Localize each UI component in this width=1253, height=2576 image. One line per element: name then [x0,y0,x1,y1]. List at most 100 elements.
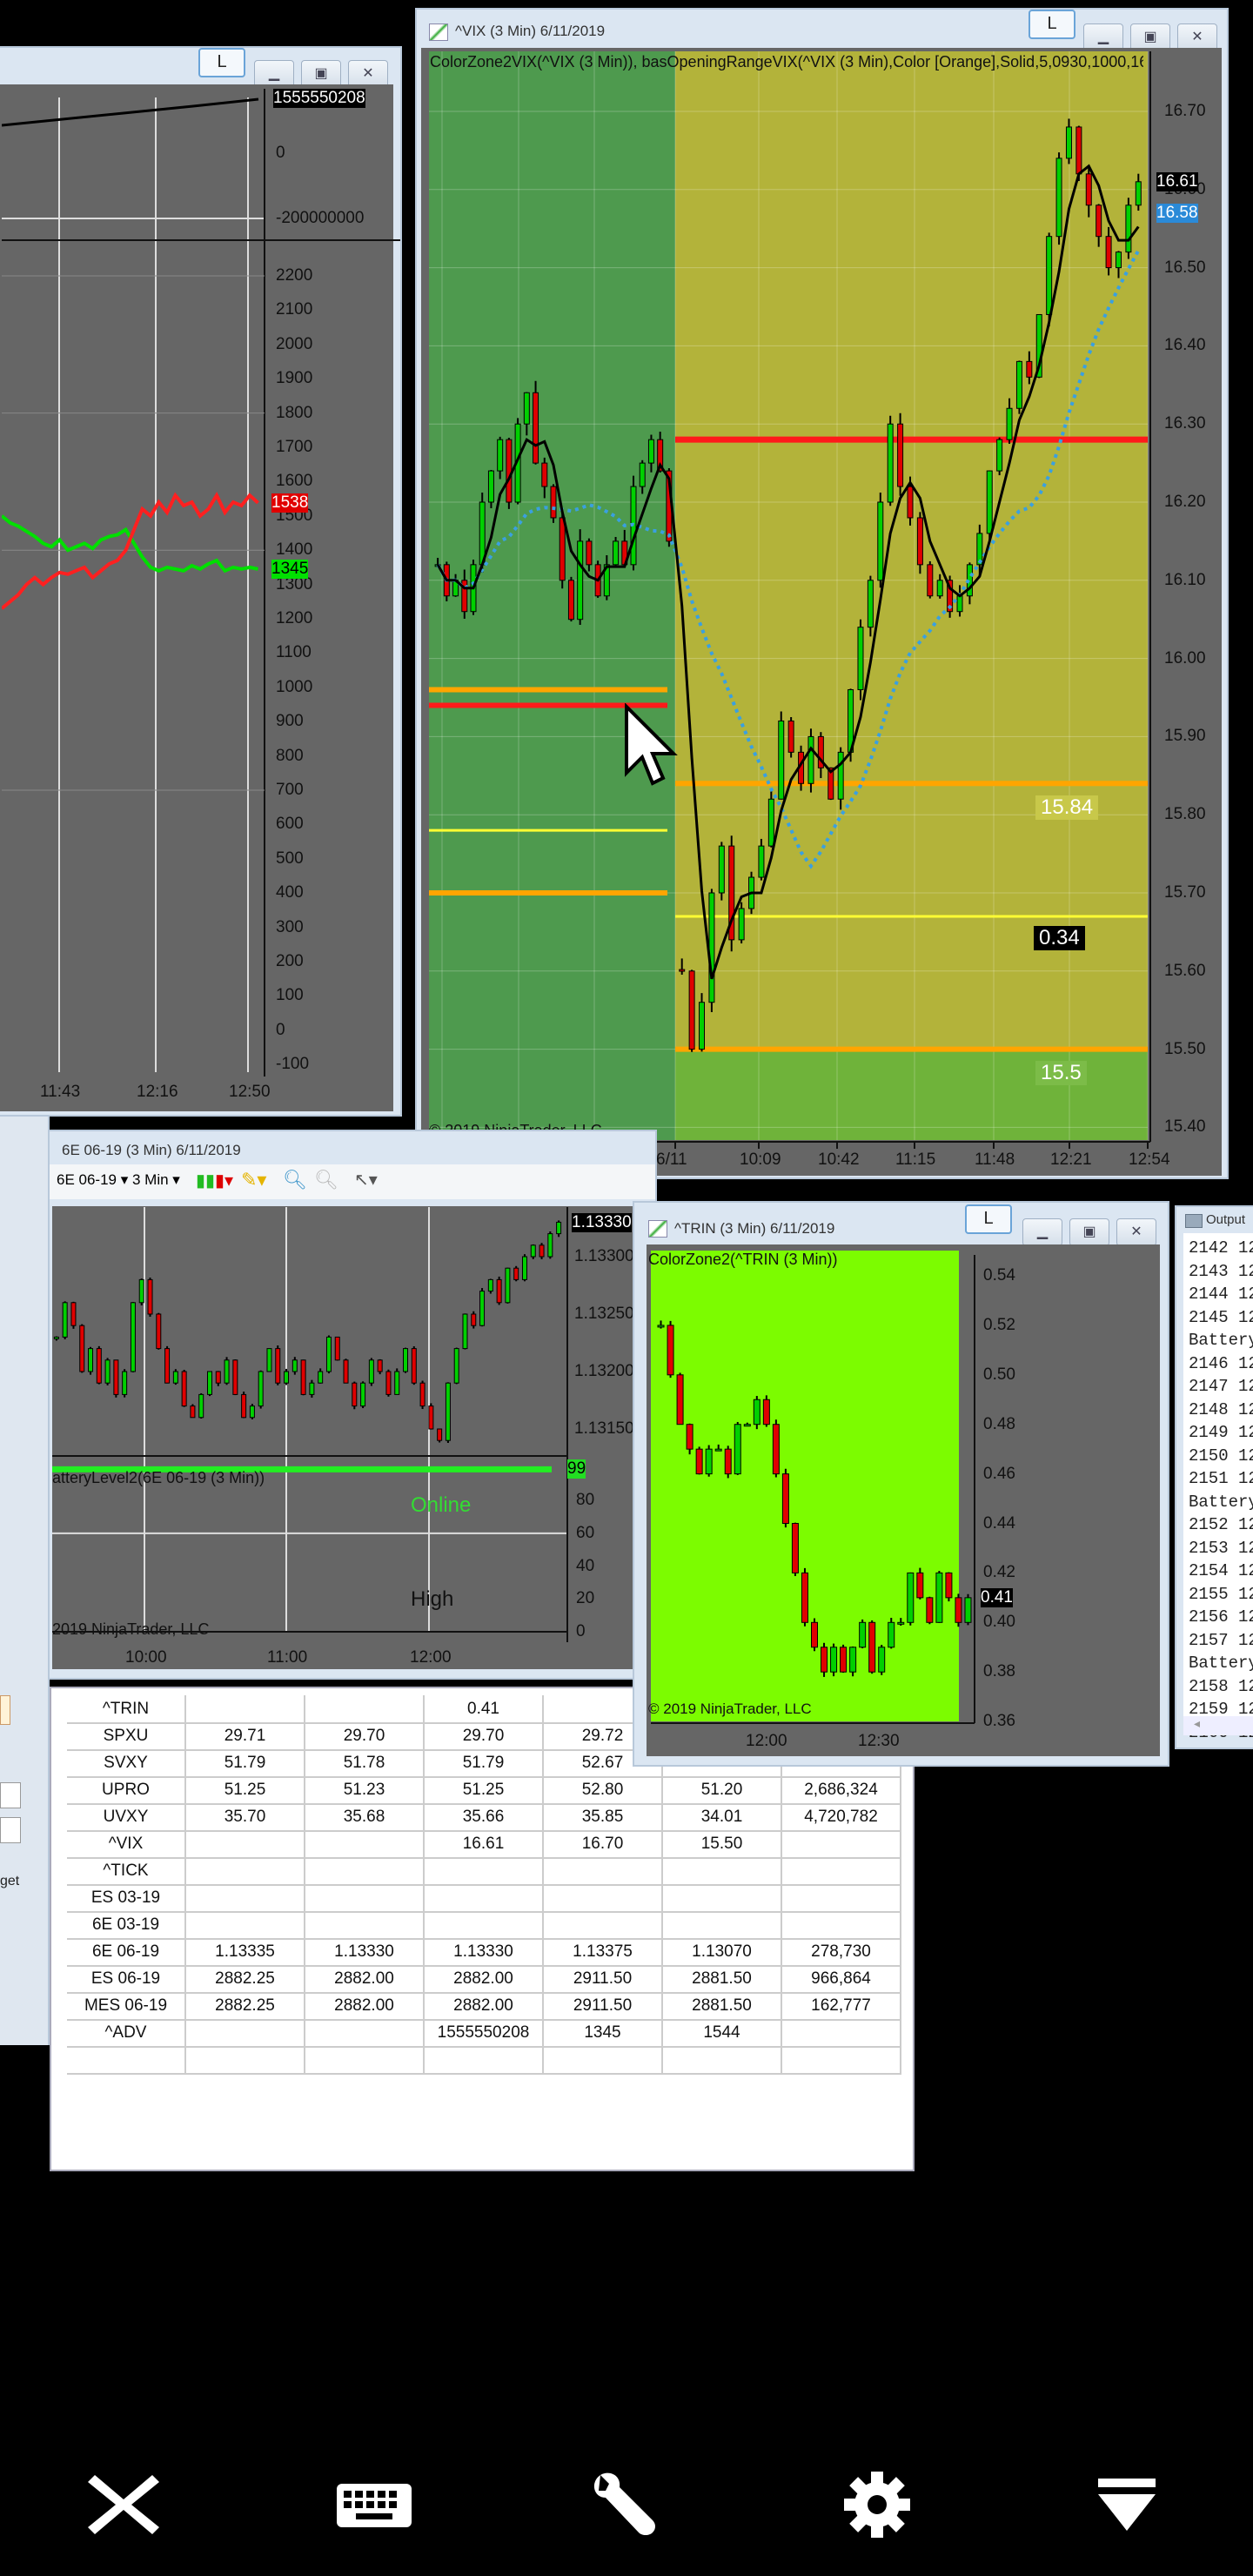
table-cell [305,1830,425,1857]
opening-range-zone [675,51,1148,1050]
table-row[interactable]: ^VIX 16.61 16.70 15.50 [67,1830,901,1859]
axis-label: 60 [576,1523,595,1542]
table-row[interactable]: 6E 06-19 1.13335 1.13330 1.13330 1.13375 1.13… [67,1938,901,1967]
table-cell: 1345 [544,2019,663,2046]
candle [688,970,695,1050]
dropdown-icon[interactable] [1088,2470,1166,2539]
table-row[interactable] [67,2046,901,2075]
candle [1105,236,1112,269]
table-cell [425,1884,544,1911]
candle [206,1371,212,1395]
candle [791,1523,799,1573]
instrument-cell: ^TRIN [67,1695,186,1722]
table-cell: 35.70 [186,1803,305,1830]
indicator-label: ColorZone2(^TRIN (3 Min)) [648,1251,838,1268]
candle [801,1572,808,1623]
candle [523,392,530,425]
candle [936,580,943,597]
axis-label: 0.50 [983,1365,1015,1384]
candle [403,1348,409,1372]
output-line: 2158 12 [1189,1676,1253,1696]
table-row[interactable]: ^ADV 1555550208 1345 1544 [67,2019,901,2048]
axis-label: 80 [576,1491,595,1510]
candle [699,1002,706,1050]
vix-chart[interactable] [415,8,1229,1179]
candle [686,1424,694,1450]
candle [667,1325,674,1376]
table-cell [186,1830,305,1857]
table-cell: 29.70 [425,1722,544,1749]
close-icon[interactable] [84,2470,163,2539]
candle [781,1473,789,1524]
axis-label: 16.30 [1164,414,1206,433]
candle [887,423,894,503]
table-cell [186,1884,305,1911]
candle [916,517,923,566]
table-cell [186,1857,305,1884]
table-cell [305,1911,425,1938]
range-low-box: 15.5 [1035,1061,1087,1085]
table-row[interactable]: MES 06-19 2882.25 2882.00 2882.00 2911.50 288… [67,1992,901,2021]
table-cell: 2911.50 [544,1992,663,2019]
side-dropdown[interactable] [0,1817,21,1843]
candle [505,1267,511,1304]
axis-label: 1.13300 [574,1247,634,1265]
table-cell: 35.85 [544,1803,663,1830]
trin-chart[interactable] [633,1201,1169,1767]
table-row[interactable]: ES 03-19 [67,1884,901,1913]
price-tag: 1538 [271,493,309,513]
candle [164,1348,171,1384]
output-line: 2147 12 [1189,1377,1253,1396]
candle [926,1597,934,1623]
candle [377,1359,383,1372]
candle [360,1382,366,1407]
time-label: 12:00 [746,1732,787,1750]
table-row[interactable]: UVXY 35.70 35.68 35.66 35.85 34.01 4,720,782 [67,1803,901,1832]
output-line: Battery [1189,1654,1253,1673]
table-cell [305,2019,425,2046]
axis-label: 0 [276,144,285,162]
table-row[interactable]: ES 06-19 2882.25 2882.00 2882.00 2911.50 2881… [67,1965,901,1994]
adv-chart[interactable] [2,46,402,1117]
table-cell: 15.50 [663,1830,782,1857]
candle [487,1278,493,1292]
copyright: © 2019 NinjaTrader, LLC [648,1701,812,1717]
table-row[interactable]: ^TICK [67,1857,901,1886]
axis-label: 15.80 [1164,805,1206,824]
axis-label: 1900 [276,369,313,388]
axis-label: 0.46 [983,1464,1015,1483]
side-input[interactable] [0,1695,10,1725]
candle [79,1325,85,1372]
side-dropdown[interactable] [0,1782,21,1808]
candle [787,720,794,753]
candle [1026,360,1033,378]
table-cell [782,2019,901,2046]
6e-chart[interactable] [48,1130,657,1680]
candle [708,892,715,1003]
candle [497,439,504,472]
table-cell: 1544 [663,2019,782,2046]
table-cell [782,1911,901,1938]
keyboard-icon[interactable] [335,2470,413,2539]
instrument-cell: UPRO [67,1776,186,1803]
horizontal-scrollbar[interactable]: ◂ [1183,1716,1253,1735]
candle [830,1647,838,1673]
output-window: Output 2142 12 2143 12 2144 12 2145 12 Batte… [1175,1205,1253,1749]
time-label: 12:00 [410,1648,452,1667]
candle [897,423,904,487]
gear-icon[interactable] [838,2470,916,2539]
status-high: High [411,1587,454,1611]
table-cell: 1.13330 [305,1938,425,1965]
instrument-cell: 6E 03-19 [67,1911,186,1938]
axis-label: 15.90 [1164,727,1206,746]
output-text[interactable]: 2142 12 2143 12 2144 12 2145 12 Battery 2146 … [1183,1233,1253,1742]
candle [530,1244,536,1258]
table-row[interactable]: 6E 03-19 [67,1911,901,1940]
candle [53,1336,59,1339]
instrument-cell: ^TICK [67,1857,186,1884]
wrench-icon[interactable] [586,2470,665,2539]
candle [695,1448,703,1475]
table-cell: 2882.00 [305,1992,425,2019]
table-row[interactable]: UPRO 51.25 51.23 51.25 52.80 51.20 2,686,324 [67,1776,901,1805]
axis-label: 0.42 [983,1563,1015,1582]
